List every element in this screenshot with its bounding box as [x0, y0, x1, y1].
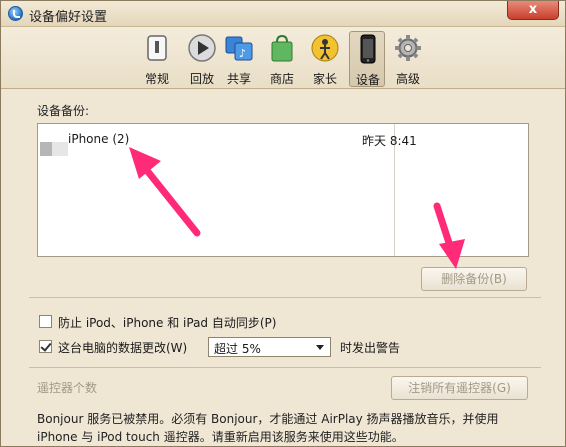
preferences-window: 设备偏好设置 x 常规 回放 ♪ 共享 商店 家长 设备 高级 设备备份: iP…: [0, 0, 566, 447]
annotation-arrow-backup: [129, 147, 201, 237]
annotation-arrows: [129, 147, 465, 269]
annotation-arrow-delete: [433, 202, 465, 269]
